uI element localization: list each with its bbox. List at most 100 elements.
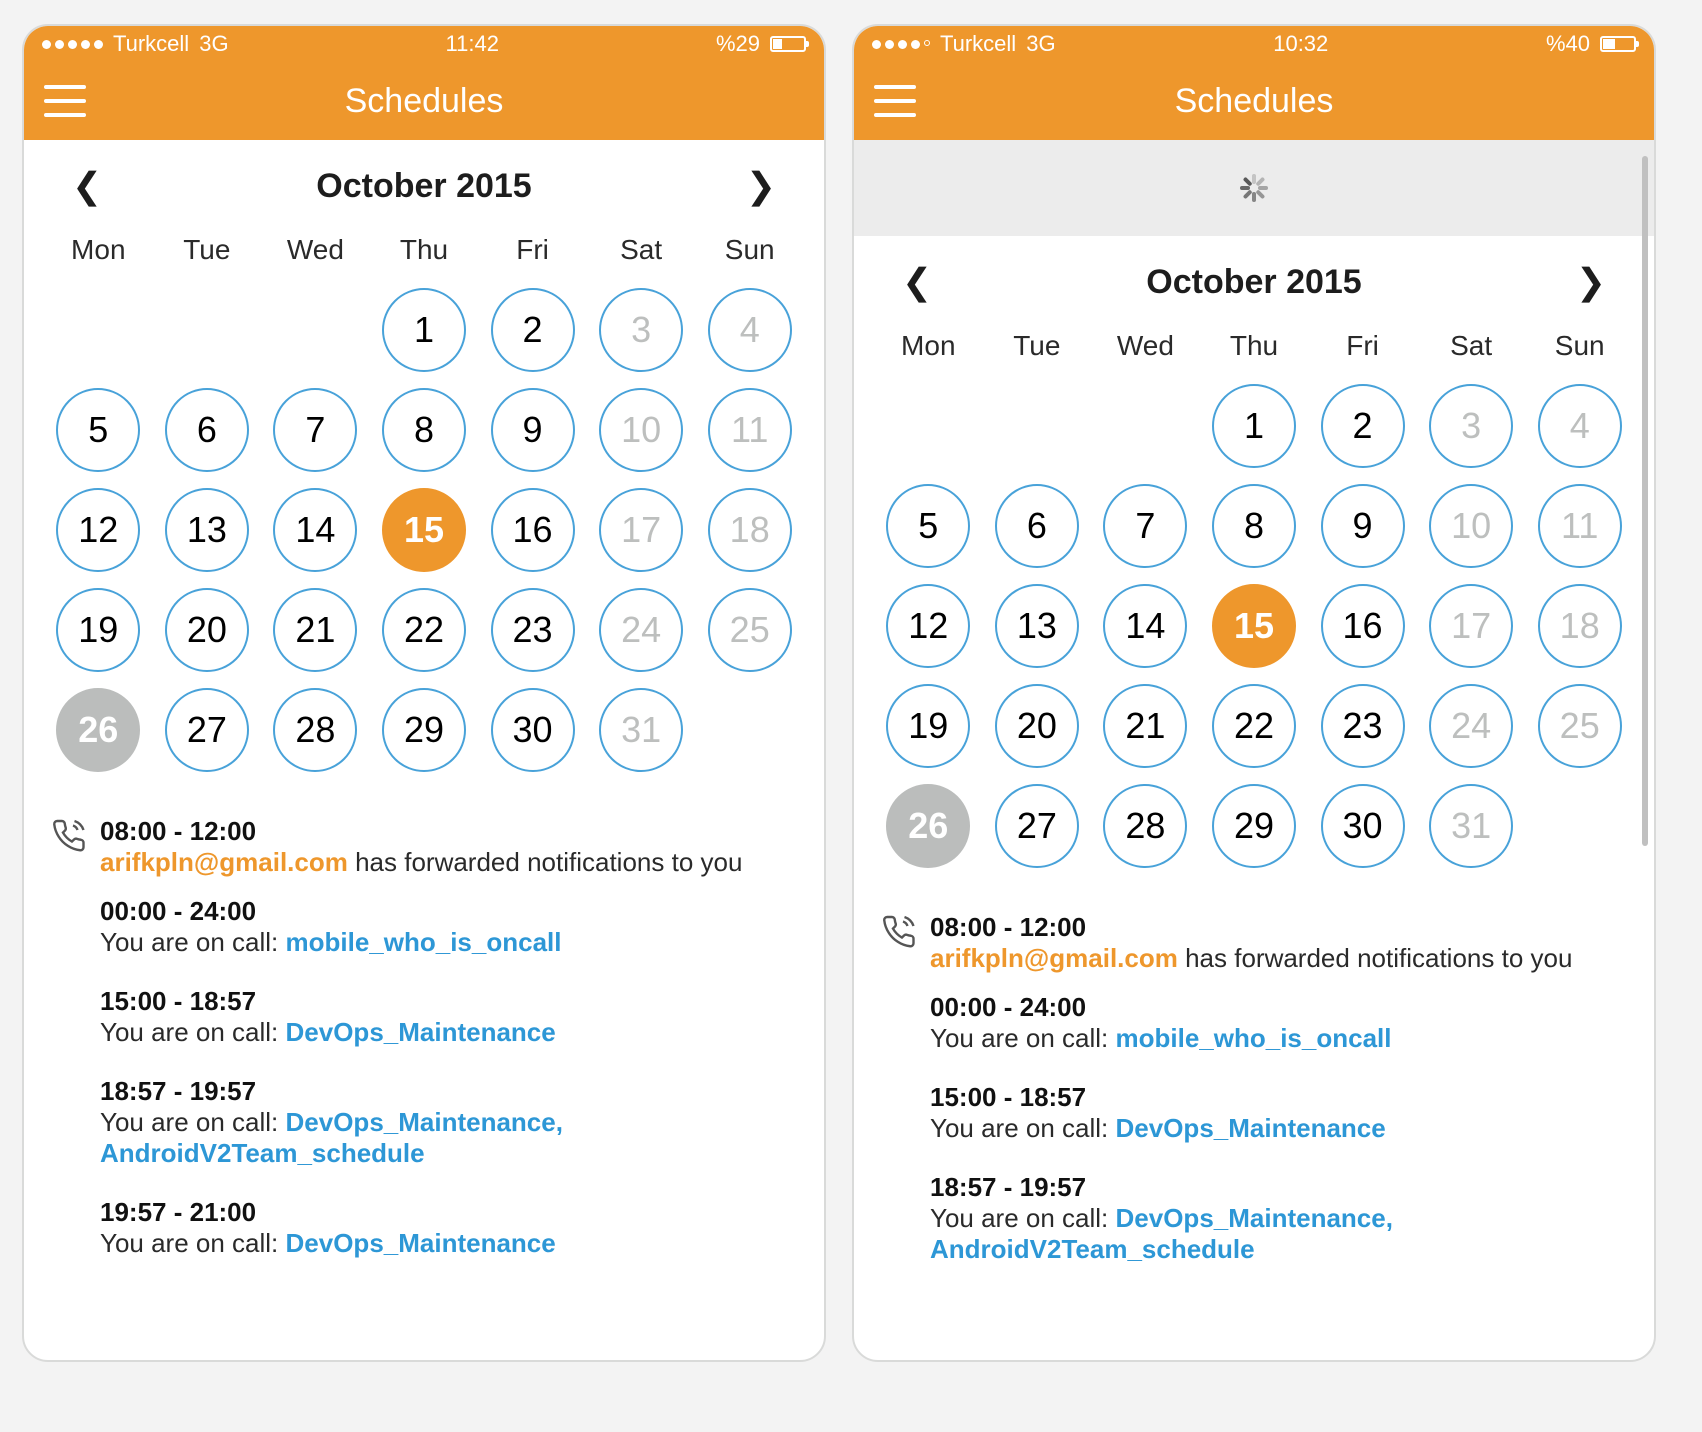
calendar-day[interactable]: 17: [599, 488, 683, 572]
event-text-segment: You are on call:: [100, 1107, 286, 1137]
calendar-day[interactable]: 15: [1212, 584, 1296, 668]
calendar-day[interactable]: 10: [599, 388, 683, 472]
calendar-day[interactable]: 16: [491, 488, 575, 572]
carrier-label: Turkcell: [940, 31, 1016, 57]
event-time: 08:00 - 12:00: [930, 912, 1626, 943]
calendar-day[interactable]: 18: [708, 488, 792, 572]
calendar-day[interactable]: 6: [995, 484, 1079, 568]
calendar-day[interactable]: 24: [599, 588, 683, 672]
calendar-day[interactable]: 28: [1103, 784, 1187, 868]
calendar-day[interactable]: 4: [708, 288, 792, 372]
calendar-day[interactable]: 12: [886, 584, 970, 668]
calendar-day[interactable]: 27: [165, 688, 249, 772]
calendar-day[interactable]: 25: [1538, 684, 1622, 768]
calendar-day[interactable]: 4: [1538, 384, 1622, 468]
calendar-day[interactable]: 29: [1212, 784, 1296, 868]
calendar-day[interactable]: 9: [1321, 484, 1405, 568]
event-schedule-link[interactable]: mobile_who_is_oncall: [1116, 1023, 1392, 1053]
event-item: 18:57 - 19:57You are on call: DevOps_Mai…: [100, 1076, 796, 1169]
calendar-day-blank: [165, 288, 249, 372]
prev-month-button[interactable]: ❮: [894, 260, 940, 304]
calendar-day[interactable]: 11: [708, 388, 792, 472]
calendar-day[interactable]: 23: [491, 588, 575, 672]
event-schedule-link[interactable]: DevOps_Maintenance: [286, 1017, 556, 1047]
calendar-day-blank: [56, 288, 140, 372]
event-text-segment: has forwarded notifications to you: [1178, 943, 1573, 973]
calendar-day[interactable]: 29: [382, 688, 466, 772]
event-block: 19:57 - 21:00You are on call: DevOps_Mai…: [52, 1197, 796, 1287]
calendar-day[interactable]: 5: [56, 388, 140, 472]
event-icon-spacer: [52, 1197, 100, 1283]
calendar-day[interactable]: 18: [1538, 584, 1622, 668]
next-month-button[interactable]: ❯: [738, 164, 784, 208]
calendar-day[interactable]: 28: [273, 688, 357, 772]
calendar-day[interactable]: 2: [491, 288, 575, 372]
calendar-day[interactable]: 19: [56, 588, 140, 672]
calendar-day[interactable]: 20: [995, 684, 1079, 768]
event-text-segment: has forwarded notifications to you: [348, 847, 743, 877]
battery-icon: [770, 36, 806, 52]
calendar-day[interactable]: 30: [491, 688, 575, 772]
calendar-day[interactable]: 6: [165, 388, 249, 472]
calendar-day[interactable]: 7: [1103, 484, 1187, 568]
calendar-day-blank: [886, 384, 970, 468]
calendar-grid: 1234567891011121314151617181920212223242…: [24, 288, 824, 788]
calendar-day[interactable]: 15: [382, 488, 466, 572]
calendar-day[interactable]: 30: [1321, 784, 1405, 868]
events-list: 08:00 - 12:00arifkpln@gmail.com has forw…: [854, 884, 1654, 1303]
event-user-link[interactable]: arifkpln@gmail.com: [100, 847, 348, 877]
calendar-day[interactable]: 14: [273, 488, 357, 572]
calendar-day[interactable]: 8: [1212, 484, 1296, 568]
calendar-day[interactable]: 1: [1212, 384, 1296, 468]
event-time: 18:57 - 19:57: [930, 1172, 1626, 1203]
carrier-label: Turkcell: [113, 31, 189, 57]
prev-month-button[interactable]: ❮: [64, 164, 110, 208]
event-schedule-link[interactable]: DevOps_Maintenance: [286, 1228, 556, 1258]
weekday-label: Tue: [153, 234, 262, 266]
month-nav: ❮ October 2015 ❯: [24, 140, 824, 222]
calendar-day[interactable]: 25: [708, 588, 792, 672]
phone-forward-icon: [882, 912, 930, 1078]
calendar-day[interactable]: 24: [1429, 684, 1513, 768]
calendar-day[interactable]: 3: [1429, 384, 1513, 468]
calendar-day[interactable]: 17: [1429, 584, 1513, 668]
calendar-day[interactable]: 3: [599, 288, 683, 372]
calendar-day[interactable]: 13: [165, 488, 249, 572]
weekday-label: Mon: [874, 330, 983, 362]
weekday-label: Fri: [478, 234, 587, 266]
calendar-day[interactable]: 14: [1103, 584, 1187, 668]
calendar-day[interactable]: 1: [382, 288, 466, 372]
event-user-link[interactable]: arifkpln@gmail.com: [930, 943, 1178, 973]
event-schedule-link[interactable]: DevOps_Maintenance: [1116, 1113, 1386, 1143]
calendar-day[interactable]: 11: [1538, 484, 1622, 568]
calendar-day[interactable]: 16: [1321, 584, 1405, 668]
events-list: 08:00 - 12:00arifkpln@gmail.com has forw…: [24, 788, 824, 1297]
calendar-day[interactable]: 12: [56, 488, 140, 572]
calendar-day[interactable]: 19: [886, 684, 970, 768]
calendar-day[interactable]: 26: [886, 784, 970, 868]
calendar-day[interactable]: 27: [995, 784, 1079, 868]
calendar-day[interactable]: 22: [382, 588, 466, 672]
scrollbar[interactable]: [1642, 156, 1648, 846]
calendar-day[interactable]: 10: [1429, 484, 1513, 568]
calendar-day[interactable]: 21: [1103, 684, 1187, 768]
calendar-day[interactable]: 22: [1212, 684, 1296, 768]
calendar-day[interactable]: 21: [273, 588, 357, 672]
next-month-button[interactable]: ❯: [1568, 260, 1614, 304]
calendar-day[interactable]: 2: [1321, 384, 1405, 468]
calendar-day[interactable]: 31: [599, 688, 683, 772]
status-bar: Turkcell 3G 10:32 %40: [854, 26, 1654, 62]
calendar-day[interactable]: 23: [1321, 684, 1405, 768]
nav-header: Schedules: [24, 62, 824, 140]
calendar-day[interactable]: 13: [995, 584, 1079, 668]
event-text-segment: You are on call:: [100, 1228, 286, 1258]
calendar-day[interactable]: 8: [382, 388, 466, 472]
calendar-day[interactable]: 31: [1429, 784, 1513, 868]
calendar-day[interactable]: 5: [886, 484, 970, 568]
weekday-label: Tue: [983, 330, 1092, 362]
event-schedule-link[interactable]: mobile_who_is_oncall: [286, 927, 562, 957]
calendar-day[interactable]: 7: [273, 388, 357, 472]
calendar-day[interactable]: 9: [491, 388, 575, 472]
calendar-day[interactable]: 26: [56, 688, 140, 772]
calendar-day[interactable]: 20: [165, 588, 249, 672]
